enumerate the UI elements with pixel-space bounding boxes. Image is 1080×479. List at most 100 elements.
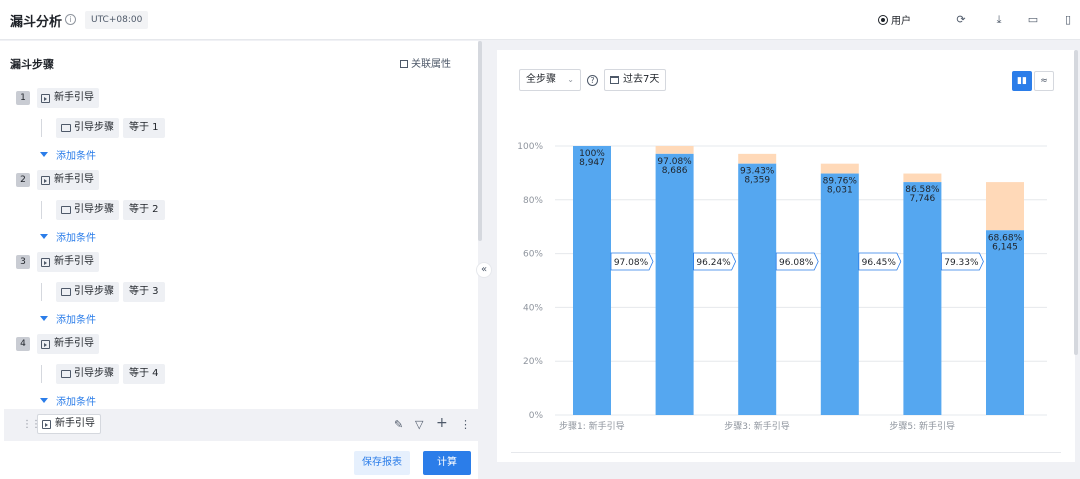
step-event-select[interactable]: 新手引导: [37, 88, 99, 108]
event-label: 新手引导: [54, 92, 94, 103]
page-title: 漏斗分析: [10, 15, 63, 30]
calculate-button[interactable]: 计算: [423, 451, 471, 475]
top-header: 漏斗分析 i UTC+08:00 用户 ⟳ ⤓ ▭ ▯: [0, 0, 1080, 40]
bar-loss-segment: [738, 153, 777, 164]
add-icon[interactable]: +: [436, 415, 448, 431]
bar-count-label: 8,947: [579, 158, 605, 168]
user-entity-selector[interactable]: 用户: [878, 12, 911, 27]
event-icon: [41, 175, 50, 185]
related-attribute-button[interactable]: 关联属性: [400, 55, 451, 70]
y-tick-label: 80%: [523, 196, 543, 206]
bar-conversion-segment: [573, 146, 611, 415]
info-icon[interactable]: i: [65, 14, 76, 25]
event-label: 新手引导: [54, 256, 94, 267]
property-icon: [61, 124, 71, 132]
download-icon[interactable]: ⤓: [991, 12, 1007, 28]
event-icon: [42, 419, 51, 429]
y-tick-label: 0%: [529, 411, 544, 421]
target-icon: [878, 14, 888, 25]
condition-property-select[interactable]: 引导步骤: [56, 364, 119, 384]
bar-count-label: 6,145: [992, 242, 1018, 252]
step-number: 2: [16, 173, 30, 187]
bar-loss-segment: [986, 182, 1024, 231]
table-view-icon[interactable]: ▭: [1025, 12, 1041, 28]
condition-connector: [41, 119, 42, 137]
refresh-icon[interactable]: ⟳: [953, 12, 969, 28]
related-attribute-label: 关联属性: [411, 59, 451, 70]
step-number: 3: [16, 255, 30, 269]
conversion-rate-label: 97.08%: [614, 258, 649, 268]
user-label: 用户: [891, 16, 911, 27]
left-scrollbar[interactable]: [478, 41, 482, 241]
bar-count-label: 8,359: [744, 176, 770, 186]
property-label: 引导步骤: [74, 286, 114, 297]
collapse-panel-icon[interactable]: «: [476, 262, 492, 278]
step-event-select[interactable]: 新手引导: [37, 334, 99, 354]
condition-connector: [41, 201, 42, 219]
event-icon: [41, 257, 50, 267]
event-icon: [41, 339, 50, 349]
step-event-select[interactable]: 新手引导: [37, 170, 99, 190]
property-icon: [61, 370, 71, 378]
edit-icon[interactable]: ✎: [394, 418, 403, 431]
condition-connector: [41, 365, 42, 383]
y-tick-label: 100%: [517, 142, 543, 152]
condition-operator-value[interactable]: 等于 1: [123, 118, 165, 138]
bar-loss-segment: [655, 146, 694, 154]
filter-icon[interactable]: ▽: [415, 418, 423, 431]
event-label: 新手引导: [54, 338, 94, 349]
add-condition-button[interactable]: 添加条件: [40, 229, 96, 244]
funnel-bar-chart: 0%20%40%60%80%100%100%8,947步骤1: 新手引导97.0…: [517, 142, 1047, 432]
y-tick-label: 20%: [523, 357, 543, 367]
step-number: 4: [16, 337, 30, 351]
bar-conversion-segment: [903, 182, 942, 415]
condition-connector: [41, 283, 42, 301]
conversion-rate-label: 96.24%: [696, 258, 731, 268]
chart-panel: 全步骤 ⌄ ? 过去7天 ▮▮ ≈ 0% 20% 40% 60% 80% 100% 100% 8…: [497, 50, 1075, 462]
x-tick-label: 步骤5: 新手引导: [889, 420, 955, 432]
funnel-steps-title: 漏斗步骤: [10, 58, 54, 71]
add-condition-button[interactable]: 添加条件: [40, 147, 96, 162]
bar-loss-segment: [820, 163, 859, 174]
right-scrollbar[interactable]: [1074, 50, 1078, 355]
bar-conversion-segment: [738, 163, 777, 415]
condition-operator-value[interactable]: 等于 2: [123, 200, 165, 220]
y-tick-label: 40%: [523, 303, 543, 313]
save-report-button[interactable]: 保存报表: [354, 451, 410, 475]
more-icon[interactable]: ⋮: [460, 418, 471, 431]
step-event-select[interactable]: 新手引导: [37, 414, 101, 434]
bar-conversion-segment: [655, 153, 694, 415]
add-condition-label: 添加条件: [56, 397, 96, 408]
export-file-icon[interactable]: ▯: [1060, 12, 1076, 28]
bar-count-label: 8,686: [662, 166, 688, 176]
condition-property-select[interactable]: 引导步骤: [56, 282, 119, 302]
filter-icon: [40, 316, 48, 321]
condition-operator-value[interactable]: 等于 4: [123, 364, 165, 384]
x-tick-label: 步骤1: 新手引导: [559, 420, 625, 432]
condition-property-select[interactable]: 引导步骤: [56, 118, 119, 138]
funnel-steps-panel: 漏斗步骤 关联属性 1 新手引导 引导步骤 等于 1 添加条件 2 新手引导 引…: [0, 41, 478, 479]
pending-step-row[interactable]: ⋮⋮ 新手引导 ✎ ▽ + ⋮: [4, 409, 478, 441]
filter-icon: [40, 234, 48, 239]
step-number: 1: [16, 91, 30, 105]
divider: [511, 452, 1061, 453]
conversion-rate-label: 96.45%: [862, 258, 897, 268]
add-condition-label: 添加条件: [56, 233, 96, 244]
condition-operator-value[interactable]: 等于 3: [123, 282, 165, 302]
step-event-select[interactable]: 新手引导: [37, 252, 99, 272]
event-icon: [41, 93, 50, 103]
condition-property-select[interactable]: 引导步骤: [56, 200, 119, 220]
timezone-badge[interactable]: UTC+08:00: [85, 11, 149, 29]
conversion-rate-label: 79.33%: [944, 258, 979, 268]
property-icon: [61, 206, 71, 214]
event-label: 新手引导: [55, 418, 95, 429]
add-condition-button[interactable]: 添加条件: [40, 393, 96, 408]
y-tick-label: 60%: [523, 250, 543, 260]
bar-loss-segment: [903, 173, 942, 183]
filter-icon: [40, 152, 48, 157]
property-label: 引导步骤: [74, 368, 114, 379]
add-condition-label: 添加条件: [56, 315, 96, 326]
event-label: 新手引导: [54, 174, 94, 185]
bar-conversion-segment: [986, 230, 1024, 415]
add-condition-button[interactable]: 添加条件: [40, 311, 96, 326]
